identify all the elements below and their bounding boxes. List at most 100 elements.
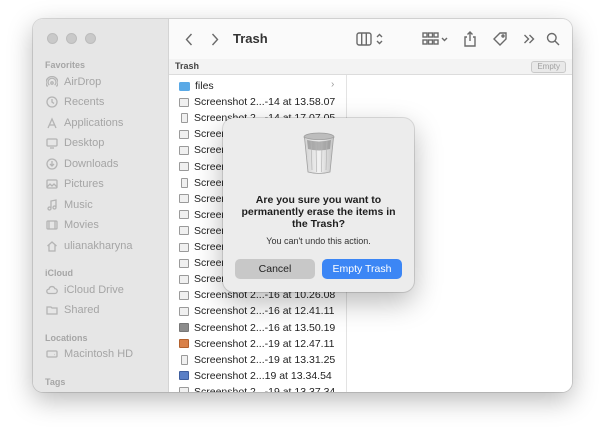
- downloads-icon: [46, 158, 58, 170]
- file-name: Screenshot 2...-16 at 13.50.19: [194, 321, 336, 334]
- sidebar-item-movies[interactable]: Movies: [46, 215, 99, 235]
- sidebar-item-icloud-drive[interactable]: iCloud Drive: [46, 280, 124, 300]
- screenshot-thumbnail-icon: [179, 258, 189, 268]
- file-row[interactable]: Screenshot 2...-16 at 13.50.19: [179, 320, 335, 336]
- screenshot-thumbnail-icon: [179, 290, 189, 300]
- empty-trash-button[interactable]: Empty Trash: [322, 259, 402, 279]
- column-view-icon: [356, 32, 383, 46]
- file-row[interactable]: Screenshot 2...-16 at 12.41.11: [179, 303, 334, 319]
- trash-can-icon: [303, 132, 335, 174]
- movies-icon: [46, 219, 58, 231]
- tag-button[interactable]: [490, 19, 510, 59]
- tag-icon: [493, 32, 507, 46]
- cancel-button[interactable]: Cancel: [235, 259, 315, 279]
- sidebar-item-desktop[interactable]: Desktop: [46, 133, 104, 153]
- screenshot-thumbnail-icon: [179, 306, 189, 316]
- music-icon: [46, 199, 58, 211]
- screenshot-thumbnail-icon: [179, 129, 189, 139]
- screenshot-thumbnail-icon: [179, 226, 189, 236]
- file-name: Screenshot 2...-16 at 12.41.11: [194, 305, 335, 318]
- sidebar-item-label: Applications: [64, 117, 124, 129]
- sidebar-item-pictures[interactable]: Pictures: [46, 174, 104, 194]
- chevron-right-icon: ›: [331, 79, 335, 90]
- screenshot-thumbnail-icon: [179, 97, 189, 107]
- screenshot-thumbnail-icon: [179, 274, 189, 284]
- file-row[interactable]: Screenshot 2...-14 at 13.58.07: [179, 94, 335, 110]
- screenshot-thumbnail-icon: [179, 162, 189, 171]
- back-button[interactable]: [181, 19, 197, 59]
- sidebar-item-applications[interactable]: Applications: [46, 113, 123, 133]
- sidebar-item-label: Shared: [64, 304, 100, 316]
- sidebar-item-label: Downloads: [64, 158, 119, 170]
- screenshot-thumbnail-icon: [179, 323, 189, 332]
- screenshot-thumbnail-icon: [179, 339, 189, 349]
- sidebar-item-label: iCloud Drive: [64, 284, 124, 296]
- sidebar-item-label: Pictures: [64, 178, 104, 190]
- folder-row[interactable]: files ›: [179, 78, 334, 94]
- screenshot-thumbnail-icon: [179, 194, 189, 204]
- pictures-icon: [46, 178, 58, 190]
- file-name: Screenshot 2...19 at 13.34.54: [194, 369, 332, 382]
- dialog-title: Are you sure you want to permanently era…: [241, 194, 396, 230]
- screenshot-thumbnail-icon: [179, 387, 189, 392]
- disk-icon: [46, 348, 58, 360]
- trash-bar: Trash Empty: [169, 59, 572, 75]
- file-row[interactable]: Screenshot 2...-19 at 13.31.25: [179, 352, 335, 368]
- trash-bar-label: Trash: [175, 61, 200, 71]
- clock-icon: [46, 96, 58, 108]
- screenshot-thumbnail-icon: [179, 210, 189, 220]
- screenshot-thumbnail-icon: [180, 177, 188, 188]
- sidebar-item-downloads[interactable]: Downloads: [46, 154, 118, 174]
- search-button[interactable]: [544, 19, 562, 59]
- forward-button[interactable]: [207, 19, 223, 59]
- zoom-window-button[interactable]: [85, 33, 96, 44]
- search-icon: [546, 32, 560, 46]
- more-toolbar-button[interactable]: [521, 19, 537, 59]
- grid-group-icon: [422, 32, 448, 45]
- file-name: Screenshot 2...-19 at 13.31.25: [194, 353, 336, 366]
- view-options-button[interactable]: [355, 19, 387, 59]
- desktop-icon: [46, 137, 58, 149]
- shared-folder-icon: [46, 304, 58, 316]
- sidebar-item-label: ulianakharyna: [64, 240, 133, 252]
- sidebar-item-home[interactable]: ulianakharyna: [46, 236, 133, 256]
- close-window-button[interactable]: [47, 33, 58, 44]
- screenshot-thumbnail-icon: [179, 371, 189, 381]
- favorites-header: Favorites: [45, 60, 86, 70]
- window-controls: [47, 33, 96, 44]
- sidebar-item-shared[interactable]: Shared: [46, 300, 99, 320]
- share-button[interactable]: [461, 19, 479, 59]
- folder-icon: [179, 81, 190, 91]
- empty-trash-small-button[interactable]: Empty: [531, 61, 566, 73]
- sidebar-item-label: Macintosh HD: [64, 348, 134, 360]
- locations-header: Locations: [45, 333, 88, 343]
- minimize-window-button[interactable]: [66, 33, 77, 44]
- toolbar: Trash: [169, 19, 572, 60]
- sidebar-item-macintosh-hd[interactable]: Macintosh HD: [46, 344, 133, 364]
- icloud-header: iCloud: [45, 268, 73, 278]
- file-row[interactable]: Screenshot 2...-19 at 12.47.11: [179, 336, 334, 352]
- screenshot-thumbnail-icon: [179, 145, 189, 155]
- sidebar-item-airdrop[interactable]: AirDrop: [46, 72, 101, 92]
- tags-header: Tags: [45, 377, 66, 387]
- sidebar-item-label: Music: [64, 199, 93, 211]
- sidebar-item-recents[interactable]: Recents: [46, 92, 104, 112]
- airdrop-icon: [46, 76, 58, 88]
- chevron-left-icon: [185, 33, 193, 45]
- file-row[interactable]: Screenshot 2...19 at 13.34.54: [179, 368, 332, 384]
- screenshot-thumbnail-icon: [180, 354, 188, 365]
- home-icon: [46, 240, 58, 252]
- sidebar: Favorites AirDrop Recents Applications D…: [33, 19, 169, 392]
- file-name: files: [195, 80, 214, 92]
- dialog-message: You can't undo this action.: [266, 236, 371, 246]
- share-icon: [464, 31, 476, 47]
- double-chevron-icon: [524, 34, 535, 44]
- sidebar-item-music[interactable]: Music: [46, 195, 93, 215]
- screenshot-thumbnail-icon: [179, 242, 189, 252]
- sidebar-item-label: Movies: [64, 219, 99, 231]
- applications-icon: [46, 117, 58, 129]
- group-button[interactable]: [421, 19, 451, 59]
- cloud-icon: [46, 284, 58, 296]
- file-row[interactable]: Screenshot 2...-19 at 13.37.34: [179, 384, 335, 392]
- file-name: Screenshot 2...-19 at 12.47.11: [194, 337, 335, 350]
